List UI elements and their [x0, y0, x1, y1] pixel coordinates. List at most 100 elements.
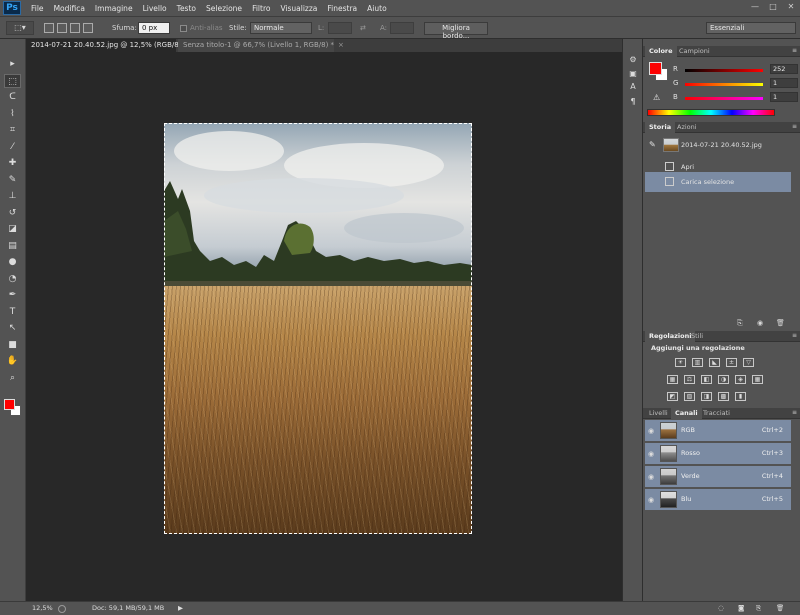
threshold-icon[interactable]: ◨ [701, 392, 712, 401]
tab-canali[interactable]: Canali [671, 408, 702, 419]
antialias-checkbox[interactable] [180, 25, 187, 32]
visibility-eye-icon[interactable]: ◉ [648, 427, 654, 435]
zoom-level[interactable]: 12,5% [32, 604, 53, 612]
minimize-button[interactable]: — [750, 2, 760, 11]
panel-menu-icon[interactable]: ≡ [792, 409, 797, 416]
brush-presets-icon[interactable]: ▣ [627, 69, 639, 80]
workspace-select[interactable]: Essenziali [706, 22, 796, 34]
move-tool-icon[interactable]: ▸ [4, 57, 21, 71]
color-foreground-swatch[interactable] [649, 62, 662, 75]
menu-finestra[interactable]: Finestra [327, 4, 357, 13]
status-info-icon[interactable] [58, 605, 66, 613]
close-button[interactable]: ✕ [786, 2, 796, 11]
green-value-input[interactable]: 1 [770, 78, 798, 88]
menu-file[interactable]: File [31, 4, 44, 13]
zoom-tool-icon[interactable]: ⌕ [4, 371, 21, 385]
black-white-icon[interactable]: ◧ [701, 375, 712, 384]
eyedropper-tool-icon[interactable]: ⁄ [4, 140, 21, 154]
invert-icon[interactable]: ◩ [667, 392, 678, 401]
new-snapshot-icon[interactable]: ◉ [757, 319, 763, 327]
tab-tracciati[interactable]: Tracciati [699, 408, 734, 419]
status-menu-arrow-icon[interactable]: ▶ [178, 604, 183, 612]
lasso-tool-icon[interactable]: ᑕ [4, 90, 21, 104]
panel-menu-icon[interactable]: ≡ [792, 332, 797, 339]
history-snapshot[interactable]: ✎ 2014-07-21 20.40.52.jpg [645, 135, 791, 157]
swap-dimensions-icon[interactable]: ⇄ [360, 24, 366, 32]
brightness-contrast-icon[interactable]: ☀ [675, 358, 686, 367]
tab-campioni[interactable]: Campioni [675, 46, 714, 57]
type-tool-icon[interactable]: T [4, 305, 21, 319]
menu-selezione[interactable]: Selezione [206, 4, 242, 13]
channel-row-verde[interactable]: ◉ Verde Ctrl+4 [645, 466, 791, 488]
color-spectrum-bar[interactable] [647, 109, 775, 116]
foreground-color-swatch[interactable] [4, 399, 15, 410]
width-input[interactable] [328, 22, 352, 34]
tab-document-active[interactable]: 2014-07-21 20.40.52.jpg @ 12,5% (RGB/8)× [26, 39, 191, 52]
new-channel-icon[interactable]: ⎘ [756, 604, 761, 613]
refine-edge-button[interactable]: Migliora bordo... [424, 22, 488, 40]
subtract-selection-mode-icon[interactable] [70, 23, 80, 33]
curves-icon[interactable]: ◣ [709, 358, 720, 367]
canvas-area[interactable] [26, 52, 622, 601]
tab-livelli[interactable]: Livelli [645, 408, 672, 419]
blue-value-input[interactable]: 1 [770, 92, 798, 102]
history-brush-source-icon[interactable]: ✎ [649, 135, 656, 155]
style-select[interactable]: Normale [250, 22, 312, 34]
history-panel-icon[interactable]: ⚙ [627, 55, 639, 66]
channel-row-rosso[interactable]: ◉ Rosso Ctrl+3 [645, 443, 791, 465]
red-value-input[interactable]: 252 [770, 64, 798, 74]
marquee-tool-icon[interactable]: ⬚ [4, 73, 21, 88]
channel-row-blu[interactable]: ◉ Blu Ctrl+5 [645, 489, 791, 511]
hue-saturation-icon[interactable]: ▦ [667, 375, 678, 384]
color-lookup-icon[interactable]: ▦ [752, 375, 763, 384]
paragraph-panel-icon[interactable]: ¶ [627, 97, 639, 108]
rectangle-tool-icon[interactable]: ■ [4, 338, 21, 352]
maximize-button[interactable]: □ [768, 2, 778, 11]
new-document-from-state-icon[interactable]: ⎘ [737, 319, 743, 328]
menu-livello[interactable]: Livello [143, 4, 167, 13]
menu-filtro[interactable]: Filtro [252, 4, 270, 13]
feather-input[interactable]: 0 px [138, 22, 170, 34]
color-balance-icon[interactable]: ⚖ [684, 375, 695, 384]
menu-immagine[interactable]: Immagine [95, 4, 133, 13]
character-panel-icon[interactable]: A [627, 82, 639, 93]
slider-blue[interactable]: B 1 [673, 92, 798, 103]
eraser-tool-icon[interactable]: ◪ [4, 222, 21, 236]
channel-as-selection-icon[interactable]: ◌ [718, 604, 724, 612]
tab-storia[interactable]: Storia [645, 122, 676, 133]
visibility-eye-icon[interactable]: ◉ [648, 496, 654, 504]
menu-visualizza[interactable]: Visualizza [280, 4, 317, 13]
tab-document-untitled[interactable]: Senza titolo-1 @ 66,7% (Livello 1, RGB/8… [178, 39, 344, 52]
healing-brush-tool-icon[interactable]: ✚ [4, 156, 21, 170]
tool-preset-picker[interactable]: ⬚▾ [6, 21, 34, 35]
levels-icon[interactable]: ▥ [692, 358, 703, 367]
panel-menu-icon[interactable]: ≡ [792, 47, 797, 54]
visibility-eye-icon[interactable]: ◉ [648, 473, 654, 481]
posterize-icon[interactable]: ▧ [684, 392, 695, 401]
menu-modifica[interactable]: Modifica [54, 4, 85, 13]
new-selection-mode-icon[interactable] [44, 23, 54, 33]
gradient-tool-icon[interactable]: ▤ [4, 239, 21, 253]
vibrance-icon[interactable]: ▽ [743, 358, 754, 367]
add-selection-mode-icon[interactable] [57, 23, 67, 33]
tab-colore[interactable]: Colore [645, 46, 677, 57]
channel-mixer-icon[interactable]: ◈ [735, 375, 746, 384]
clone-stamp-tool-icon[interactable]: ⊥ [4, 189, 21, 203]
visibility-eye-icon[interactable]: ◉ [648, 450, 654, 458]
delete-state-icon[interactable]: 🗑 [776, 319, 785, 327]
slider-red[interactable]: R 252 [673, 64, 798, 75]
history-brush-tool-icon[interactable]: ↺ [4, 206, 21, 220]
selective-color-icon[interactable]: ▩ [718, 392, 729, 401]
gradient-map-icon[interactable]: ▮ [735, 392, 746, 401]
dodge-tool-icon[interactable]: ◔ [4, 272, 21, 286]
height-input[interactable] [390, 22, 414, 34]
history-item-carica-selezione[interactable]: Carica selezione [645, 172, 791, 192]
delete-channel-icon[interactable]: 🗑 [776, 604, 784, 612]
close-tab-icon[interactable]: × [338, 41, 344, 49]
intersect-selection-mode-icon[interactable] [83, 23, 93, 33]
menu-aiuto[interactable]: Aiuto [367, 4, 387, 13]
brush-tool-icon[interactable]: ✎ [4, 173, 21, 187]
menu-testo[interactable]: Testo [177, 4, 196, 13]
panel-menu-icon[interactable]: ≡ [792, 123, 797, 130]
slider-green[interactable]: G 1 [673, 78, 798, 89]
